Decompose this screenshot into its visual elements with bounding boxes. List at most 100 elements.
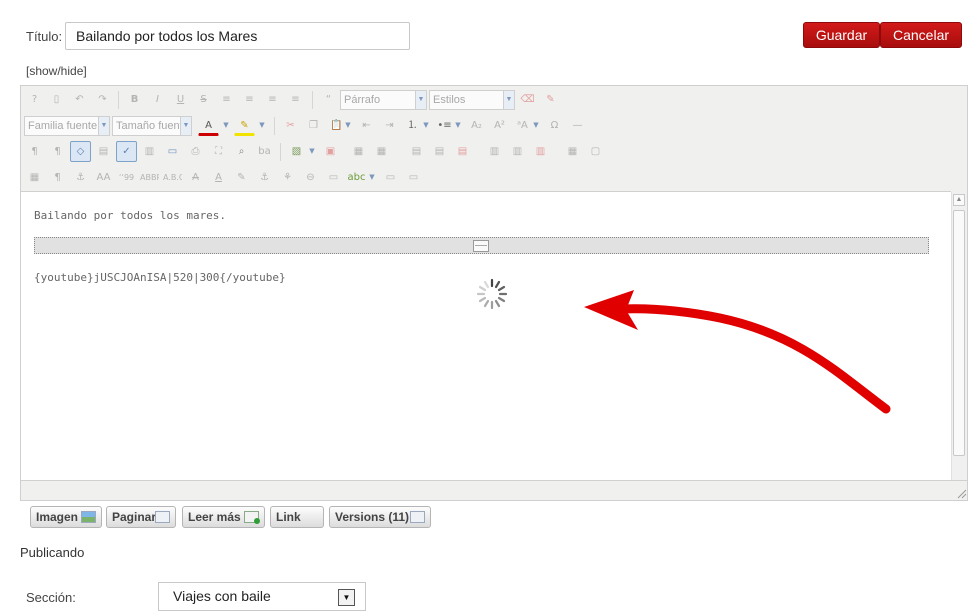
table-props-icon[interactable]: ▦ bbox=[371, 141, 392, 162]
align-center-icon[interactable]: ≡ bbox=[239, 89, 260, 110]
editor-scrollbar[interactable]: ▲ bbox=[951, 192, 966, 480]
insert-col-after-icon[interactable]: ▥ bbox=[507, 141, 528, 162]
document-icon[interactable]: ▤ bbox=[93, 141, 114, 162]
fullscreen-icon[interactable]: ⛶ bbox=[208, 141, 229, 162]
paginate-button[interactable]: Paginar bbox=[106, 506, 176, 528]
remove-image-icon[interactable]: ▣ bbox=[320, 141, 341, 162]
cancel-button[interactable]: Cancelar bbox=[880, 22, 962, 48]
text-color-icon[interactable]: A bbox=[198, 115, 219, 136]
chevron-down-icon[interactable]: ▼ bbox=[220, 115, 232, 136]
section-label: Sección: bbox=[26, 590, 76, 605]
link-button[interactable]: Link bbox=[270, 506, 324, 528]
spellcheck-toggle-icon[interactable]: ✓ bbox=[116, 141, 137, 162]
cut-icon[interactable]: ✂ bbox=[280, 115, 301, 136]
redo-icon[interactable]: ↷ bbox=[92, 89, 113, 110]
save-button[interactable]: Guardar bbox=[803, 22, 880, 48]
show-blocks-icon[interactable]: ¶ bbox=[47, 167, 68, 188]
split-cells-icon[interactable]: ▦ bbox=[562, 141, 583, 162]
align-right-icon[interactable]: ≡ bbox=[285, 89, 306, 110]
acronym-icon[interactable]: A.B.C bbox=[162, 167, 183, 188]
chevron-down-icon[interactable]: ▼ bbox=[342, 115, 354, 136]
delete-row-icon[interactable]: ▤ bbox=[452, 141, 473, 162]
underline-icon[interactable]: U bbox=[170, 89, 191, 110]
spellchecker-icon[interactable]: abc bbox=[346, 167, 367, 188]
merge-cells-icon[interactable]: ▢ bbox=[585, 141, 606, 162]
chevron-down-icon[interactable]: ▼ bbox=[530, 115, 542, 136]
delete-col-icon[interactable]: ▥ bbox=[530, 141, 551, 162]
blockquote-icon[interactable]: “ bbox=[318, 89, 339, 110]
chevron-down-icon[interactable]: ▼ bbox=[366, 167, 378, 188]
outdent-icon[interactable]: ⇤ bbox=[356, 115, 377, 136]
insert-text-icon[interactable]: A bbox=[208, 167, 229, 188]
show-hide-toggle[interactable]: [show/hide] bbox=[26, 64, 87, 78]
cite-icon[interactable]: ‘‘99 bbox=[116, 167, 137, 188]
visual-aid-icon[interactable]: ▦ bbox=[24, 167, 45, 188]
editor-content-text[interactable]: Bailando por todos los mares. bbox=[34, 209, 226, 222]
paragraph-ltr-icon[interactable]: ¶ bbox=[24, 141, 45, 162]
read-more-button[interactable]: Leer más bbox=[182, 506, 265, 528]
font-size-select[interactable]: Tamaño fuente ▼ bbox=[112, 116, 192, 136]
cleanup-icon[interactable]: ✎ bbox=[540, 89, 561, 110]
align-justify-icon[interactable]: ≡ bbox=[216, 89, 237, 110]
indent-icon[interactable]: ⇥ bbox=[379, 115, 400, 136]
scroll-thumb[interactable] bbox=[953, 210, 965, 456]
resize-grip-icon[interactable] bbox=[955, 487, 967, 499]
layer-icon[interactable]: ⚓ bbox=[254, 167, 275, 188]
special-char-icon[interactable]: Ω bbox=[544, 115, 565, 136]
abbr-icon[interactable]: ABBR bbox=[139, 167, 160, 188]
styles-select[interactable]: Estilos ▼ bbox=[429, 90, 515, 110]
delete-text-icon[interactable]: A bbox=[185, 167, 206, 188]
italic-icon[interactable]: I bbox=[147, 89, 168, 110]
new-document-icon[interactable]: ▯ bbox=[46, 89, 67, 110]
highlight-color-icon[interactable]: ✎ bbox=[234, 115, 255, 136]
template-icon[interactable]: ▥ bbox=[139, 141, 160, 162]
attributes-icon[interactable]: ✎ bbox=[231, 167, 252, 188]
red-arrow-annotation bbox=[584, 290, 891, 414]
chevron-down-icon[interactable]: ▼ bbox=[452, 115, 464, 136]
align-left-icon[interactable]: ≡ bbox=[262, 89, 283, 110]
copy-icon[interactable]: ❐ bbox=[303, 115, 324, 136]
chevron-down-icon[interactable]: ▼ bbox=[306, 141, 318, 162]
print-icon[interactable]: ⎙ bbox=[185, 141, 206, 162]
flash-media-icon[interactable]: ⚘ bbox=[277, 167, 298, 188]
strikethrough-icon[interactable]: S bbox=[193, 89, 214, 110]
font-size-icon[interactable]: AA bbox=[93, 167, 114, 188]
replace-icon[interactable]: ba bbox=[254, 141, 275, 162]
read-more-icon[interactable]: ▭ bbox=[403, 167, 424, 188]
chevron-down-icon[interactable]: ▼ bbox=[338, 589, 355, 606]
table-icon[interactable]: ▦ bbox=[348, 141, 369, 162]
remove-format-icon[interactable]: ⌫ bbox=[517, 89, 538, 110]
page-break-icon[interactable]: ▭ bbox=[380, 167, 401, 188]
preview-icon[interactable]: ▭ bbox=[162, 141, 183, 162]
image-button-label: Imagen bbox=[36, 510, 79, 524]
versions-button[interactable]: Versions (11) bbox=[329, 506, 431, 528]
help-icon[interactable]: ? bbox=[24, 89, 45, 110]
horizontal-rule-icon[interactable]: — bbox=[567, 115, 588, 136]
image-button[interactable]: Imagen bbox=[30, 506, 102, 528]
embed-media-icon[interactable]: ▭ bbox=[323, 167, 344, 188]
superscript-icon[interactable]: A² bbox=[489, 115, 510, 136]
source-code-icon[interactable]: ◇ bbox=[70, 141, 91, 162]
insert-row-before-icon[interactable]: ▤ bbox=[406, 141, 427, 162]
chevron-down-icon[interactable]: ▼ bbox=[420, 115, 432, 136]
chevron-down-icon[interactable]: ▼ bbox=[256, 115, 268, 136]
font-family-select-label: Familia fuente bbox=[28, 120, 98, 132]
anchor-icon[interactable]: ⚓ bbox=[70, 167, 91, 188]
undo-icon[interactable]: ↶ bbox=[69, 89, 90, 110]
paragraph-rtl-icon[interactable]: ¶ bbox=[47, 141, 68, 162]
insert-image-icon[interactable]: ▧ bbox=[286, 141, 307, 162]
toolbar-separator bbox=[274, 117, 275, 135]
format-select[interactable]: Párrafo ▼ bbox=[340, 90, 427, 110]
chevron-down-icon: ▼ bbox=[98, 117, 109, 135]
insert-row-after-icon[interactable]: ▤ bbox=[429, 141, 450, 162]
non-breaking-icon[interactable]: ⊖ bbox=[300, 167, 321, 188]
font-family-select[interactable]: Familia fuente ▼ bbox=[24, 116, 110, 136]
bold-icon[interactable]: B bbox=[124, 89, 145, 110]
section-select[interactable]: Viajes con baile ▼ bbox=[158, 582, 366, 611]
subscript-icon[interactable]: A₂ bbox=[466, 115, 487, 136]
find-icon[interactable]: ⌕ bbox=[231, 141, 252, 162]
insert-col-before-icon[interactable]: ▥ bbox=[484, 141, 505, 162]
scroll-up-arrow-icon[interactable]: ▲ bbox=[953, 194, 965, 206]
youtube-embed-code[interactable]: {youtube}jUSCJOAnISA|520|300{/youtube} bbox=[34, 271, 286, 284]
title-input[interactable]: Bailando por todos los Mares bbox=[65, 22, 410, 50]
